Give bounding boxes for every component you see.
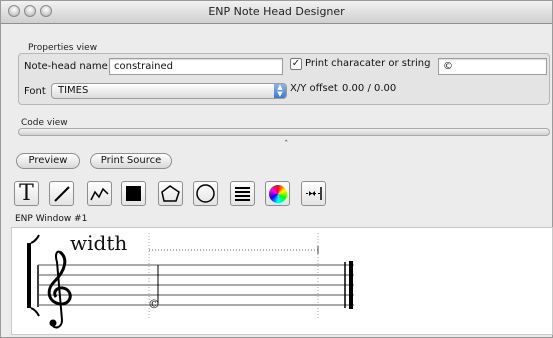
- print-character-label: Print characater or string: [305, 58, 431, 69]
- notehead-glyph[interactable]: ©: [148, 298, 160, 310]
- window-title: ENP Note Head Designer: [208, 5, 345, 18]
- treble-clef-icon: [47, 250, 72, 329]
- filled-rect-tool-button[interactable]: [121, 181, 146, 206]
- polyline-icon: [90, 187, 109, 201]
- line-tool-button[interactable]: [49, 181, 74, 206]
- lines-tool-button[interactable]: [230, 181, 255, 206]
- line-icon: [54, 186, 70, 202]
- app-window: ENP Note Head Designer Properties view N…: [0, 0, 553, 338]
- offset-value: 0.00 / 0.00: [342, 83, 397, 94]
- spacing-icon: [306, 187, 322, 200]
- polygon-tool-button[interactable]: [158, 181, 183, 206]
- notehead-name-label: Note-head name: [24, 61, 108, 72]
- text-tool-icon: T: [19, 180, 34, 206]
- disclosure-chevron-icon[interactable]: ˆ: [284, 140, 289, 150]
- print-string-input[interactable]: ©: [438, 58, 547, 75]
- enp-window-label: ENP Window #1: [15, 214, 88, 224]
- print-source-button[interactable]: Print Source: [90, 153, 172, 169]
- staff-lines: [38, 264, 354, 306]
- color-wheel-icon: [268, 184, 287, 203]
- text-tool-button[interactable]: T: [14, 181, 39, 206]
- circle-icon: [196, 184, 215, 203]
- width-annotation: width: [70, 231, 128, 255]
- preview-button[interactable]: Preview: [16, 153, 80, 169]
- select-arrows-icon: ▲ ▼: [274, 84, 286, 98]
- font-select-value: TIMES: [58, 85, 89, 96]
- polygon-icon: [161, 185, 180, 202]
- horizontal-lines-icon: [235, 187, 250, 201]
- enp-canvas[interactable]: width ©: [11, 227, 553, 335]
- properties-view-label: Properties view: [28, 43, 98, 53]
- circle-tool-button[interactable]: [193, 181, 218, 206]
- spacing-tool-button[interactable]: [301, 181, 326, 206]
- offset-label: X/Y offset: [290, 83, 338, 94]
- filled-rectangle-icon: [126, 186, 141, 201]
- code-view-splitter[interactable]: [18, 128, 550, 136]
- font-select[interactable]: TIMES ▲ ▼: [51, 83, 287, 99]
- system-bracket-icon: [27, 234, 40, 317]
- color-tool-button[interactable]: [265, 181, 290, 206]
- notehead-name-input[interactable]: constrained: [109, 58, 283, 75]
- end-barline-thick: [349, 261, 353, 309]
- font-label: Font: [24, 86, 46, 97]
- print-character-checkbox[interactable]: ✓: [290, 58, 302, 70]
- polyline-tool-button[interactable]: [87, 181, 112, 206]
- title-bar: ENP Note Head Designer: [1, 1, 552, 24]
- code-view-label: Code view: [21, 118, 68, 128]
